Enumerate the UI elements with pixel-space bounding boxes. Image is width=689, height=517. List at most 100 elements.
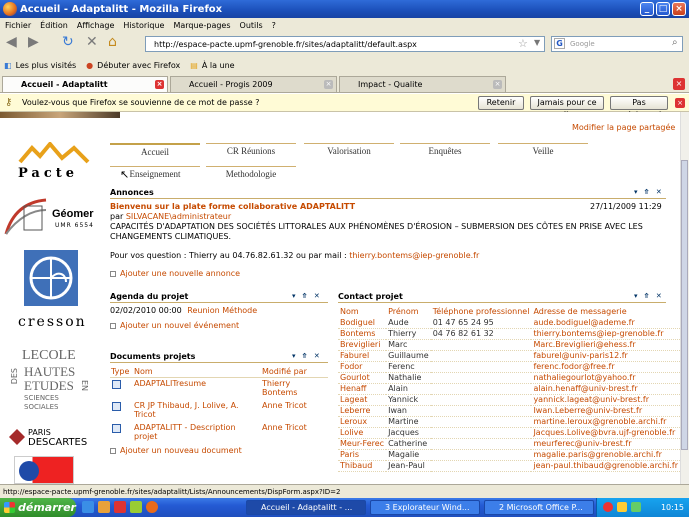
document-author-link[interactable]: Anne Tricot — [262, 423, 307, 432]
quick-launch-ie-icon[interactable] — [82, 501, 94, 513]
contact-last-name[interactable]: Breviglieri — [338, 339, 387, 351]
nav-tab-valorisation[interactable]: Valorisation — [304, 143, 394, 159]
add-document-link[interactable]: Ajouter un nouveau document — [110, 446, 242, 455]
bookmark-headlines[interactable]: À la une — [202, 61, 235, 70]
tab-close-icon[interactable]: × — [155, 80, 164, 89]
taskbar-task-office[interactable]: 2 Microsoft Office P... — [484, 500, 594, 515]
home-icon[interactable]: ⌂ — [108, 34, 117, 50]
google-icon[interactable]: G — [554, 38, 565, 49]
add-announcement-link[interactable]: Ajouter une nouvelle annonce — [110, 269, 240, 278]
contact-last-name[interactable]: Leberre — [338, 405, 387, 417]
contact-email[interactable]: yannick.lageat@univ-brest.fr — [531, 394, 680, 406]
tab-impact-qualite[interactable]: Impact - Qualite × — [339, 76, 506, 92]
start-button[interactable]: démarrer — [0, 498, 76, 517]
contact-email[interactable]: meurferec@univ-brest.fr — [531, 438, 680, 450]
contact-email[interactable]: jean-paul.thibaud@grenoble.archi.fr — [531, 460, 680, 472]
tab-accueil-progis[interactable]: Accueil - Progis 2009 × — [170, 76, 337, 92]
contact-email[interactable]: faburel@univ-paris12.fr — [531, 350, 680, 362]
col-modified-by[interactable]: Modifié par — [262, 367, 307, 376]
document-link[interactable]: CR JP Thibaud, J. Lolive, A. Tricot — [134, 401, 258, 419]
reload-icon[interactable]: ↻ — [62, 34, 74, 50]
col-type[interactable]: Type — [111, 367, 129, 376]
menu-affichage[interactable]: Affichage — [77, 21, 115, 30]
minimize-button[interactable]: _ — [640, 2, 654, 16]
scrollbar-thumb[interactable] — [681, 160, 688, 450]
stop-icon[interactable]: ✕ — [86, 34, 98, 50]
contact-email[interactable]: Marc.Breviglieri@ehess.fr — [531, 339, 680, 351]
remember-button[interactable]: Retenir — [478, 96, 524, 110]
col-prenom[interactable]: Prénom — [386, 306, 431, 317]
contacts-controls-icon[interactable]: ▾ ⤊ ✕ — [634, 292, 664, 300]
close-window-button[interactable]: × — [672, 2, 686, 16]
taskbar-task-firefox[interactable]: Accueil - Adaptalitt - ... — [246, 500, 366, 515]
tray-volume-icon[interactable] — [631, 502, 641, 512]
contact-email[interactable]: thierry.bontems@iep-grenoble.fr — [531, 328, 680, 340]
document-link[interactable]: ADAPTALITT - Description projet — [134, 423, 258, 441]
nav-tab-veille[interactable]: Veille — [498, 143, 588, 159]
document-link[interactable]: ADAPTALITresume — [134, 379, 206, 388]
contact-last-name[interactable]: Bontems — [338, 328, 387, 340]
contact-last-name[interactable]: Thibaud — [338, 460, 387, 472]
document-author-link[interactable]: Thierry Bontems — [262, 379, 328, 397]
quick-launch-app-icon[interactable] — [114, 501, 126, 513]
quick-launch-folder-icon[interactable] — [98, 501, 110, 513]
nav-tab-cr-reunions[interactable]: CR Réunions — [206, 143, 296, 159]
never-for-site-button[interactable]: Jamais pour ce site — [530, 96, 604, 119]
contact-last-name[interactable]: Fodor — [338, 361, 387, 373]
tray-network-icon[interactable] — [617, 502, 627, 512]
contact-last-name[interactable]: Leroux — [338, 416, 387, 428]
announcement-author[interactable]: SILVACANE\administrateur — [126, 212, 231, 221]
quick-launch-firefox-icon[interactable] — [146, 501, 158, 513]
url-dropdown-icon[interactable]: ▼ — [534, 38, 540, 47]
contact-email[interactable]: Iwan.Leberre@univ-brest.fr — [531, 405, 680, 417]
menu-fichier[interactable]: Fichier — [5, 21, 31, 30]
contact-email-link[interactable]: thierry.bontems@iep-grenoble.fr — [349, 251, 479, 260]
contact-last-name[interactable]: Faburel — [338, 350, 387, 362]
tab-close-icon[interactable]: × — [324, 80, 333, 89]
menu-outils[interactable]: Outils — [240, 21, 263, 30]
menu-historique[interactable]: Historique — [123, 21, 164, 30]
close-tab-icon[interactable]: × — [673, 78, 685, 90]
quick-launch-app2-icon[interactable] — [130, 501, 142, 513]
contact-last-name[interactable]: Gourlot — [338, 372, 387, 384]
contact-email[interactable]: alain.henaff@univ-brest.fr — [531, 383, 680, 395]
add-event-link[interactable]: Ajouter un nouvel événement — [110, 321, 239, 330]
contact-last-name[interactable]: Henaff — [338, 383, 387, 395]
menu-help[interactable]: ? — [272, 21, 276, 30]
bookmark-most-visited[interactable]: Les plus visités — [16, 61, 77, 70]
tab-accueil-adaptalitt[interactable]: Accueil - Adaptalitt × — [2, 76, 168, 92]
contact-email[interactable]: aude.bodiguel@ademe.fr — [531, 317, 680, 329]
agenda-event-link[interactable]: Reunion Méthode — [187, 306, 257, 315]
contact-last-name[interactable]: Meur-Ferec — [338, 438, 387, 450]
forward-icon[interactable]: ▶ — [28, 34, 39, 50]
menu-marque-pages[interactable]: Marque-pages — [173, 21, 230, 30]
announcement-title[interactable]: Bienvenu sur la plate forme collaborativ… — [110, 202, 355, 211]
contact-email[interactable]: ferenc.fodor@free.fr — [531, 361, 680, 373]
webpart-controls-icon[interactable]: ▾ ⤊ ✕ — [634, 188, 664, 196]
col-nom[interactable]: Nom — [338, 306, 386, 317]
col-telephone[interactable]: Téléphone professionnel — [431, 306, 532, 317]
agenda-controls-icon[interactable]: ▾ ⤊ ✕ — [292, 292, 322, 300]
documents-controls-icon[interactable]: ▾ ⤊ ✕ — [292, 352, 322, 360]
contact-last-name[interactable]: Lolive — [338, 427, 387, 439]
bookmark-star-icon[interactable]: ☆ — [518, 37, 528, 50]
contact-email[interactable]: nathaliegourlot@yahoo.fr — [531, 372, 680, 384]
col-nom[interactable]: Nom — [134, 367, 153, 376]
close-notification-icon[interactable]: × — [675, 98, 685, 108]
search-icon[interactable]: ⌕ — [672, 37, 678, 48]
maximize-button[interactable]: □ — [656, 2, 670, 16]
bookmark-getting-started[interactable]: Débuter avec Firefox — [97, 61, 180, 70]
nav-tab-methodologie[interactable]: Methodologie — [206, 166, 296, 182]
not-now-button[interactable]: Pas maintenant — [610, 96, 668, 119]
url-bar[interactable]: http://espace-pacte.upmf-grenoble.fr/sit… — [145, 36, 545, 52]
tab-close-icon[interactable]: × — [493, 80, 502, 89]
contact-email[interactable]: martine.leroux@grenoble.archi.fr — [531, 416, 680, 428]
menu-edition[interactable]: Édition — [40, 21, 68, 30]
tray-antivirus-icon[interactable] — [603, 502, 613, 512]
modify-shared-page-link[interactable]: Modifier la page partagée — [572, 123, 675, 132]
document-author-link[interactable]: Anne Tricot — [262, 401, 307, 410]
col-email[interactable]: Adresse de messagerie — [531, 306, 680, 317]
search-input[interactable]: Google — [551, 36, 683, 52]
contact-email[interactable]: magalie.paris@grenoble.archi.fr — [531, 449, 680, 461]
contact-last-name[interactable]: Lageat — [338, 394, 387, 406]
